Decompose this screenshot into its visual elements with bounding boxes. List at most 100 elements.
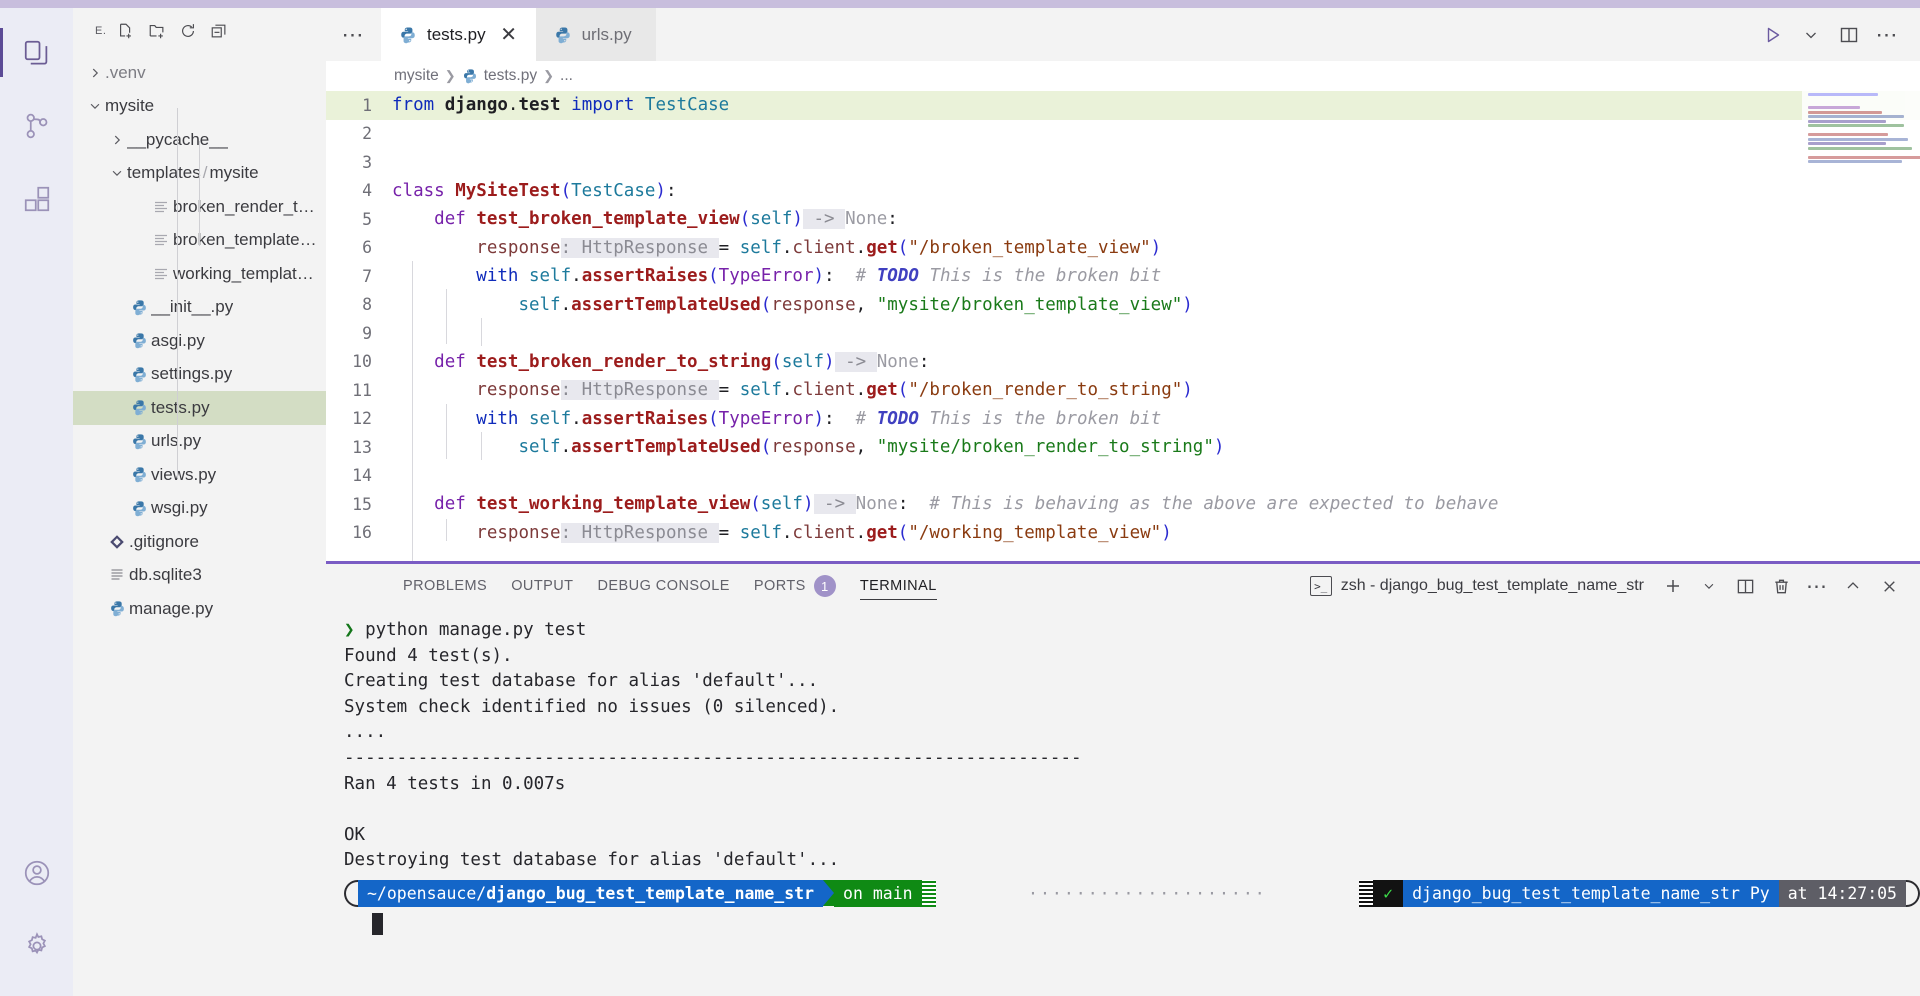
chevron-right-icon: ❯ — [445, 68, 456, 84]
activity-item-extensions[interactable] — [0, 162, 73, 235]
chevron-right-icon[interactable] — [85, 66, 105, 80]
tree-item-asgi-py[interactable]: asgi.py — [73, 324, 326, 358]
more-actions-icon[interactable]: ⋯ — [1800, 569, 1834, 603]
code-line[interactable]: 6 response: HttpResponse = self.client.g… — [326, 234, 1920, 263]
tree-item-tests-py[interactable]: tests.py — [73, 391, 326, 425]
sidebar-title: E. — [95, 25, 106, 37]
run-icon[interactable] — [1756, 18, 1790, 52]
minimap-line — [1808, 111, 1882, 114]
prompt-path-prefix: ~/opensauce/ — [367, 881, 486, 907]
breadcrumb-item-1[interactable]: tests.py — [484, 67, 537, 85]
code-line[interactable]: 14 — [326, 462, 1920, 491]
split-editor-icon[interactable] — [1832, 18, 1866, 52]
code-line[interactable]: 3 — [326, 148, 1920, 177]
tree-item--init-py[interactable]: __init__.py — [73, 291, 326, 325]
maximize-panel-icon[interactable] — [1836, 569, 1870, 603]
tree-item-working-template-[interactable]: working_template_... — [73, 257, 326, 291]
minimap-line — [1808, 147, 1912, 150]
editor-indent-guide — [481, 432, 482, 460]
tree-item--venv[interactable]: .venv — [73, 56, 326, 90]
code-line[interactable]: 1from django.test import TestCase — [326, 91, 1920, 120]
editor-indent-guide — [446, 289, 447, 344]
more-actions-icon[interactable]: ⋯ — [1870, 18, 1904, 52]
tab-tests-py[interactable]: tests.py ✕ — [381, 8, 536, 61]
tab-bar: ⋯ tests.py ✕ — [326, 8, 1920, 61]
account-icon — [22, 858, 52, 888]
refresh-icon[interactable] — [177, 20, 199, 42]
code-editor[interactable]: 1from django.test import TestCase234clas… — [326, 91, 1920, 561]
code-line[interactable]: 8 self.assertTemplateUsed(response, "mys… — [326, 291, 1920, 320]
line-content: self.assertTemplateUsed(response, "mysit… — [392, 437, 1920, 457]
split-terminal-icon[interactable] — [1728, 569, 1762, 603]
minimap[interactable] — [1802, 91, 1920, 561]
breadcrumb-item-2[interactable]: ... — [560, 67, 573, 85]
editor-indent-guide — [446, 404, 447, 459]
tree-item--gitignore[interactable]: .gitignore — [73, 525, 326, 559]
tree-item-mysite[interactable]: mysite — [73, 90, 326, 124]
minimap-line — [1808, 124, 1904, 127]
terminal-output[interactable]: ❯ python manage.py testFound 4 test(s).C… — [326, 608, 1920, 996]
panel-tab-ports[interactable]: PORTS1 — [742, 564, 848, 608]
chevron-down-icon[interactable] — [85, 99, 105, 113]
panel-actions: >_ zsh - django_bug_test_template_name_s… — [1310, 569, 1920, 603]
panel-tab-output[interactable]: OUTPUT — [499, 564, 585, 608]
line-number: 9 — [326, 324, 392, 343]
code-line[interactable]: 4class MySiteTest(TestCase): — [326, 177, 1920, 206]
panel-tab-problems[interactable]: PROBLEMS — [391, 564, 499, 608]
terminal-line: ❯ python manage.py test — [344, 618, 1920, 644]
activity-item-accounts[interactable] — [0, 850, 73, 923]
code-line[interactable]: 12 with self.assertRaises(TypeError): # … — [326, 405, 1920, 434]
breadcrumb[interactable]: mysite ❯ tests.py ❯ ... — [326, 61, 1920, 91]
tree-item-manage-py[interactable]: manage.py — [73, 592, 326, 626]
activity-bar — [0, 8, 73, 996]
activity-item-manage[interactable] — [0, 923, 73, 996]
kill-terminal-icon[interactable] — [1764, 569, 1798, 603]
python-icon — [127, 399, 151, 416]
collapse-all-icon[interactable] — [208, 20, 230, 42]
panel-tab-debug-console[interactable]: DEBUG CONSOLE — [586, 564, 742, 608]
activity-item-source-control[interactable] — [0, 89, 73, 162]
prompt-filler-dots: ···················· — [936, 881, 1360, 907]
code-line[interactable]: 2 — [326, 120, 1920, 149]
chevron-down-icon[interactable] — [1692, 569, 1726, 603]
close-panel-icon[interactable] — [1872, 569, 1906, 603]
new-folder-icon[interactable] — [146, 20, 168, 42]
chevron-right-icon[interactable] — [107, 133, 127, 147]
python-icon — [127, 500, 151, 517]
code-line[interactable]: 9 — [326, 319, 1920, 348]
editor-indent-guide — [412, 261, 413, 561]
tree-item-wsgi-py[interactable]: wsgi.py — [73, 492, 326, 526]
close-icon[interactable]: ✕ — [496, 22, 522, 48]
code-line[interactable]: 15 def test_working_template_view(self) … — [326, 490, 1920, 519]
code-line[interactable]: 13 self.assertTemplateUsed(response, "my… — [326, 433, 1920, 462]
code-line[interactable]: 7 with self.assertRaises(TypeError): # T… — [326, 262, 1920, 291]
code-line[interactable]: 5 def test_broken_template_view(self) ->… — [326, 205, 1920, 234]
tree-item-label: .gitignore — [129, 532, 199, 552]
panel-tab-terminal[interactable]: TERMINAL — [848, 564, 949, 608]
tree-item-label: tests.py — [151, 398, 210, 418]
indent-guide — [177, 108, 178, 478]
tree-item-views-py[interactable]: views.py — [73, 458, 326, 492]
code-line[interactable]: 11 response: HttpResponse = self.client.… — [326, 376, 1920, 405]
tree-item-label: broken_render_to_... — [173, 197, 320, 217]
code-line[interactable]: 16 response: HttpResponse = self.client.… — [326, 519, 1920, 548]
tab-urls-py[interactable]: urls.py — [536, 8, 656, 61]
chevron-down-icon[interactable] — [1794, 18, 1828, 52]
source-control-icon — [22, 111, 52, 141]
tree-item-urls-py[interactable]: urls.py — [73, 425, 326, 459]
code-line[interactable]: 10 def test_broken_render_to_string(self… — [326, 348, 1920, 377]
editor-indent-guide — [481, 318, 482, 346]
new-terminal-icon[interactable] — [1656, 569, 1690, 603]
breadcrumb-item-0[interactable]: mysite — [394, 67, 439, 85]
tab-label: tests.py — [427, 25, 486, 45]
terminal-line-text: Destroying test database for alias 'defa… — [344, 850, 839, 870]
chevron-down-icon[interactable] — [107, 166, 127, 180]
terminal-line: Destroying test database for alias 'defa… — [344, 848, 1920, 874]
new-file-icon[interactable] — [115, 20, 137, 42]
activity-item-explorer[interactable] — [0, 16, 73, 89]
tree-item-db-sqlite3[interactable]: db.sqlite3 — [73, 559, 326, 593]
tree-item-settings-py[interactable]: settings.py — [73, 358, 326, 392]
more-tabs-icon[interactable]: ⋯ — [326, 8, 381, 61]
terminal-selector[interactable]: >_ zsh - django_bug_test_template_name_s… — [1310, 576, 1654, 596]
terminal-line: Ran 4 tests in 0.007s — [344, 772, 1920, 798]
